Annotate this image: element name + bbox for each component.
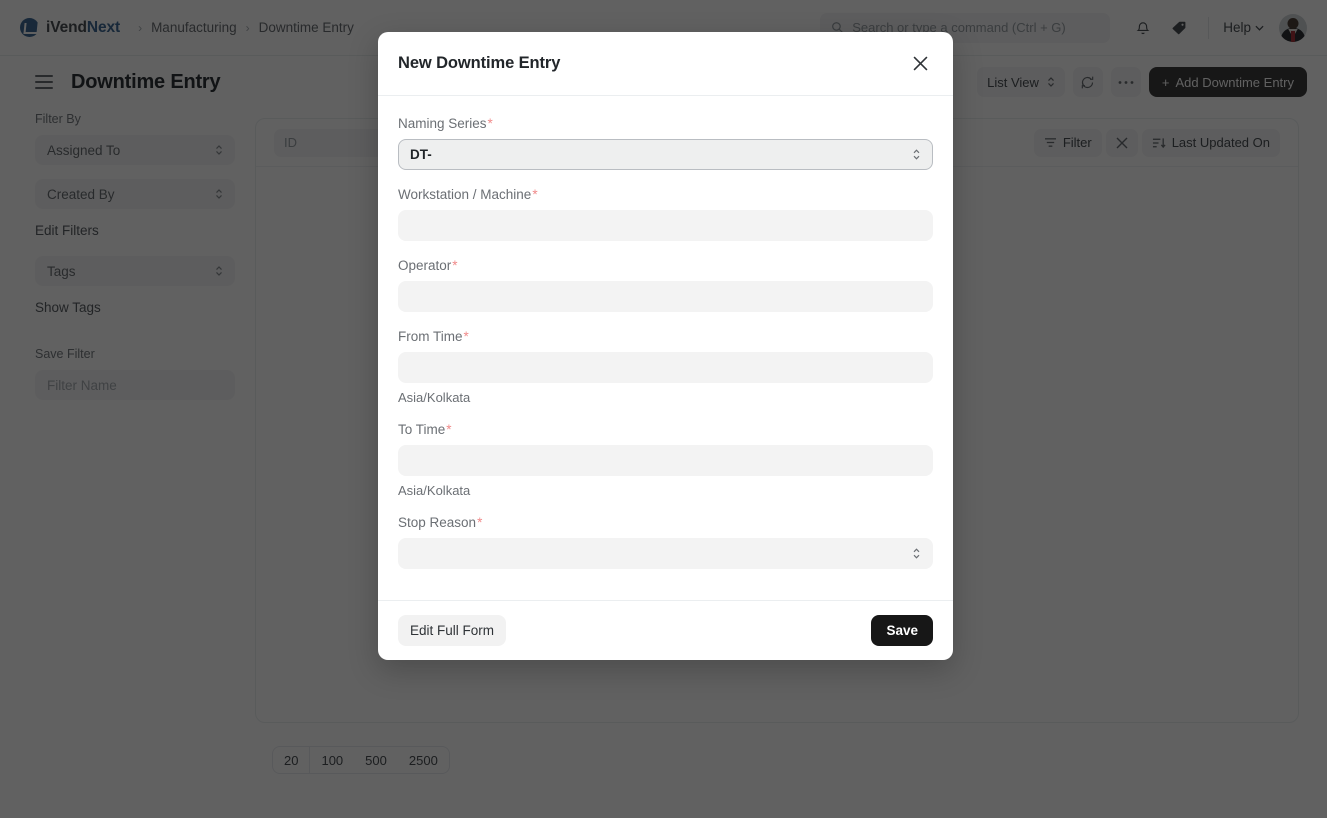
required-asterisk: *: [477, 515, 483, 530]
naming-series-select[interactable]: DT-: [398, 139, 933, 170]
field-label-text: Naming Series: [398, 116, 487, 131]
field-workstation-machine: Workstation / Machine*: [398, 187, 933, 241]
dialog-footer: Edit Full Form Save: [378, 600, 953, 660]
field-naming-series: Naming Series* DT-: [398, 116, 933, 170]
close-icon[interactable]: [907, 51, 933, 77]
to-time-timezone-hint: Asia/Kolkata: [398, 483, 471, 498]
required-asterisk: *: [487, 116, 493, 131]
from-time-timezone-hint: Asia/Kolkata: [398, 390, 471, 405]
operator-input[interactable]: [398, 281, 933, 312]
required-asterisk: *: [532, 187, 538, 202]
field-stop-reason: Stop Reason*: [398, 515, 933, 569]
required-asterisk: *: [446, 422, 452, 437]
naming-series-value: DT-: [410, 147, 432, 162]
field-label-text: To Time: [398, 422, 446, 437]
new-downtime-entry-dialog: New Downtime Entry Naming Series* DT- Wo…: [378, 32, 953, 660]
stop-reason-select[interactable]: [398, 538, 933, 569]
field-label: To Time*: [398, 422, 933, 437]
dialog-title: New Downtime Entry: [398, 54, 561, 72]
chevron-updown-icon: [912, 148, 921, 161]
dialog-body: Naming Series* DT- Workstation / Machine…: [378, 96, 953, 600]
required-asterisk: *: [452, 258, 458, 273]
field-to-time: To Time* Asia/Kolkata: [398, 422, 933, 498]
dialog-header: New Downtime Entry: [378, 32, 953, 96]
field-label: Stop Reason*: [398, 515, 933, 530]
save-button[interactable]: Save: [871, 615, 933, 646]
field-label: Workstation / Machine*: [398, 187, 933, 202]
field-label-text: Workstation / Machine: [398, 187, 532, 202]
edit-full-form-button[interactable]: Edit Full Form: [398, 615, 507, 646]
field-label-text: From Time: [398, 329, 463, 344]
field-operator: Operator*: [398, 258, 933, 312]
field-label: Naming Series*: [398, 116, 933, 131]
chevron-updown-icon: [912, 547, 921, 560]
to-time-input[interactable]: [398, 445, 933, 476]
required-asterisk: *: [463, 329, 469, 344]
workstation-machine-input[interactable]: [398, 210, 933, 241]
field-from-time: From Time* Asia/Kolkata: [398, 329, 933, 405]
from-time-input[interactable]: [398, 352, 933, 383]
field-label: Operator*: [398, 258, 933, 273]
field-label-text: Stop Reason: [398, 515, 477, 530]
field-label-text: Operator: [398, 258, 452, 273]
field-label: From Time*: [398, 329, 933, 344]
